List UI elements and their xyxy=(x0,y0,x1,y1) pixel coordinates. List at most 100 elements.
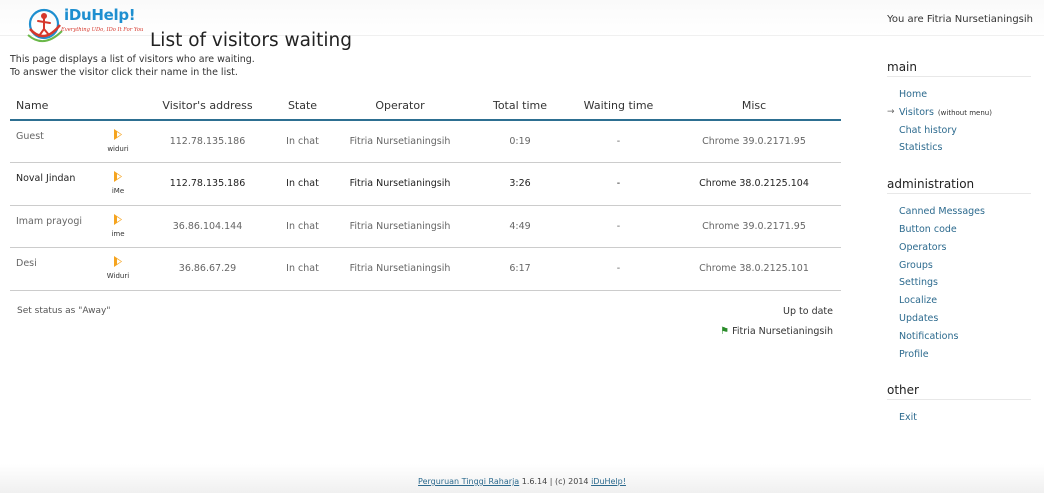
sidebar-item-label[interactable]: Statistics xyxy=(899,142,942,153)
visitor-name[interactable]: Noval Jindan xyxy=(16,173,75,184)
online-flag-icon: ⚑ xyxy=(720,326,730,337)
visitor-misc: Chrome 39.0.2171.95 xyxy=(667,205,841,248)
visitor-source: Widuri xyxy=(106,272,130,280)
sidebar-item-chat-history[interactable]: Chat history xyxy=(887,125,1031,143)
visitor-name[interactable]: Guest xyxy=(16,131,44,142)
table-row[interactable]: Noval Jindan iMe 112.78.135.186 In chat … xyxy=(10,162,841,206)
logo-text: iDuHelp! xyxy=(64,6,136,24)
footer-brand-link[interactable]: iDuHelp! xyxy=(591,477,626,486)
table-row[interactable]: Guest widuri 112.78.135.186 In chat Fitr… xyxy=(10,120,841,163)
visitor-total-time: 3:26 xyxy=(470,162,570,206)
sidebar-item-label[interactable]: Updates xyxy=(899,313,938,324)
visitor-operator: Fitria Nursetianingsih xyxy=(330,205,470,248)
visitor-source: ime xyxy=(111,229,125,238)
footer: Perguruan Tinggi Raharja 1.6.14 | (c) 20… xyxy=(0,464,1044,493)
description-line-1: This page displays a list of visitors wh… xyxy=(10,54,255,65)
table-row[interactable]: Desi Widuri 36.86.67.29 In chat Fitria N… xyxy=(10,247,841,291)
visitor-operator: Fitria Nursetianingsih xyxy=(330,247,470,291)
footer-version-text: 1.6.14 | (c) 2014 xyxy=(519,477,592,486)
visitor-total-time: 6:17 xyxy=(470,247,570,291)
sidebar-item-label[interactable]: Settings xyxy=(899,277,938,288)
sidebar-item-label[interactable]: Groups xyxy=(899,260,933,271)
visitor-name-cell[interactable]: Desi Widuri xyxy=(10,247,140,291)
sidebar-item-canned-messages[interactable]: Canned Messages xyxy=(887,206,1031,224)
visitor-misc: Chrome 38.0.2125.104 xyxy=(667,162,841,206)
visitor-address: 36.86.67.29 xyxy=(140,247,275,291)
sidebar-item-label[interactable]: Notifications xyxy=(899,331,958,342)
sidebar-item-home[interactable]: Home xyxy=(887,89,1031,107)
sidebar-admin-list: Canned Messages Button code Operators Gr… xyxy=(887,206,1031,366)
sidebar-item-label[interactable]: Button code xyxy=(899,224,957,235)
sidebar-item-button-code[interactable]: Button code xyxy=(887,224,1031,242)
visitor-name-cell[interactable]: Noval Jindan iMe xyxy=(10,162,140,206)
visitor-name-cell[interactable]: Guest widuri xyxy=(10,120,140,163)
sidebar-item-label[interactable]: Home xyxy=(899,89,927,100)
sidebar-item-localize[interactable]: Localize xyxy=(887,295,1031,313)
visitor-state: In chat xyxy=(275,205,330,248)
chat-source-icon xyxy=(114,129,122,140)
visitor-state: In chat xyxy=(275,162,330,206)
visitor-waiting-time: - xyxy=(570,247,667,291)
sidebar-item-label[interactable]: Operators xyxy=(899,242,946,253)
column-header-misc[interactable]: Misc xyxy=(667,92,841,121)
column-header-total-time[interactable]: Total time xyxy=(470,92,570,121)
sidebar-section-main: main xyxy=(887,60,1031,77)
user-info: You are Fitria Nursetianingsih xyxy=(887,14,1033,25)
visitor-misc: Chrome 39.0.2171.95 xyxy=(667,120,841,163)
visitors-table: Name Visitor's address State Operator To… xyxy=(10,92,841,291)
sidebar-item-statistics[interactable]: Statistics xyxy=(887,142,1031,160)
sidebar-item-label[interactable]: Localize xyxy=(899,295,937,306)
column-header-operator[interactable]: Operator xyxy=(330,92,470,121)
visitor-state: In chat xyxy=(275,247,330,291)
visitors-without-menu-link[interactable]: (without menu) xyxy=(938,109,992,117)
sidebar-item-label[interactable]: Exit xyxy=(899,412,917,423)
column-header-waiting-time[interactable]: Waiting time xyxy=(570,92,667,121)
visitor-misc: Chrome 38.0.2125.101 xyxy=(667,247,841,291)
visitor-waiting-time: - xyxy=(570,205,667,248)
sidebar-item-notifications[interactable]: Notifications xyxy=(887,331,1031,349)
sidebar-other-list: Exit xyxy=(887,412,1031,430)
page-description: This page displays a list of visitors wh… xyxy=(10,53,255,79)
up-to-date-status: Up to date xyxy=(783,306,833,317)
visitor-name-cell[interactable]: Imam prayogi ime xyxy=(10,205,140,248)
sidebar: main Home → Visitors (without menu) Chat h… xyxy=(887,60,1031,430)
sidebar-item-label[interactable]: Visitors xyxy=(899,107,934,118)
sidebar-section-administration: administration xyxy=(887,177,1031,195)
sidebar-item-operators[interactable]: Operators xyxy=(887,242,1031,260)
sidebar-item-settings[interactable]: Settings xyxy=(887,277,1031,295)
sidebar-item-updates[interactable]: Updates xyxy=(887,313,1031,331)
visitor-address: 112.78.135.186 xyxy=(140,120,275,163)
sidebar-item-exit[interactable]: Exit xyxy=(887,412,1031,430)
visitor-name[interactable]: Imam prayogi xyxy=(16,216,82,227)
visitor-total-time: 0:19 xyxy=(470,120,570,163)
operator-status-name: Fitria Nursetianingsih xyxy=(732,326,833,337)
column-header-name[interactable]: Name xyxy=(10,92,140,121)
table-row[interactable]: Imam prayogi ime 36.86.104.144 In chat F… xyxy=(10,205,841,248)
sidebar-item-profile[interactable]: Profile xyxy=(887,349,1031,367)
visitor-source: widuri xyxy=(107,145,129,153)
table-header-row: Name Visitor's address State Operator To… xyxy=(10,92,841,121)
logo[interactable]: iDuHelp! Everything UDo, IDo It For You xyxy=(24,5,144,49)
chat-source-icon xyxy=(114,171,122,182)
sidebar-item-groups[interactable]: Groups xyxy=(887,260,1031,278)
sidebar-section-other: other xyxy=(887,383,1031,401)
sidebar-item-label[interactable]: Chat history xyxy=(899,125,957,136)
logo-slogan: Everything UDo, IDo It For You xyxy=(61,27,144,33)
visitor-address: 112.78.135.186 xyxy=(140,162,275,206)
set-away-status-link[interactable]: Set status as "Away" xyxy=(17,306,111,316)
footer-org-link[interactable]: Perguruan Tinggi Raharja xyxy=(418,477,519,486)
visitor-source: iMe xyxy=(111,187,125,195)
column-header-address[interactable]: Visitor's address xyxy=(140,92,275,121)
description-line-2: To answer the visitor click their name i… xyxy=(10,67,238,78)
current-page-arrow-icon: → xyxy=(887,106,895,117)
visitor-address: 36.86.104.144 xyxy=(140,205,275,248)
sidebar-item-label[interactable]: Canned Messages xyxy=(899,206,985,217)
sidebar-item-label[interactable]: Profile xyxy=(899,349,929,360)
operator-status: ⚑ Fitria Nursetianingsih xyxy=(720,326,833,337)
sidebar-main-list: Home → Visitors (without menu) Chat histor… xyxy=(887,89,1031,160)
visitor-name[interactable]: Desi xyxy=(16,258,37,269)
logo-mark-icon xyxy=(27,8,63,42)
chat-source-icon xyxy=(114,256,122,267)
column-header-state[interactable]: State xyxy=(275,92,330,121)
sidebar-item-visitors[interactable]: → Visitors (without menu) xyxy=(887,107,1031,125)
